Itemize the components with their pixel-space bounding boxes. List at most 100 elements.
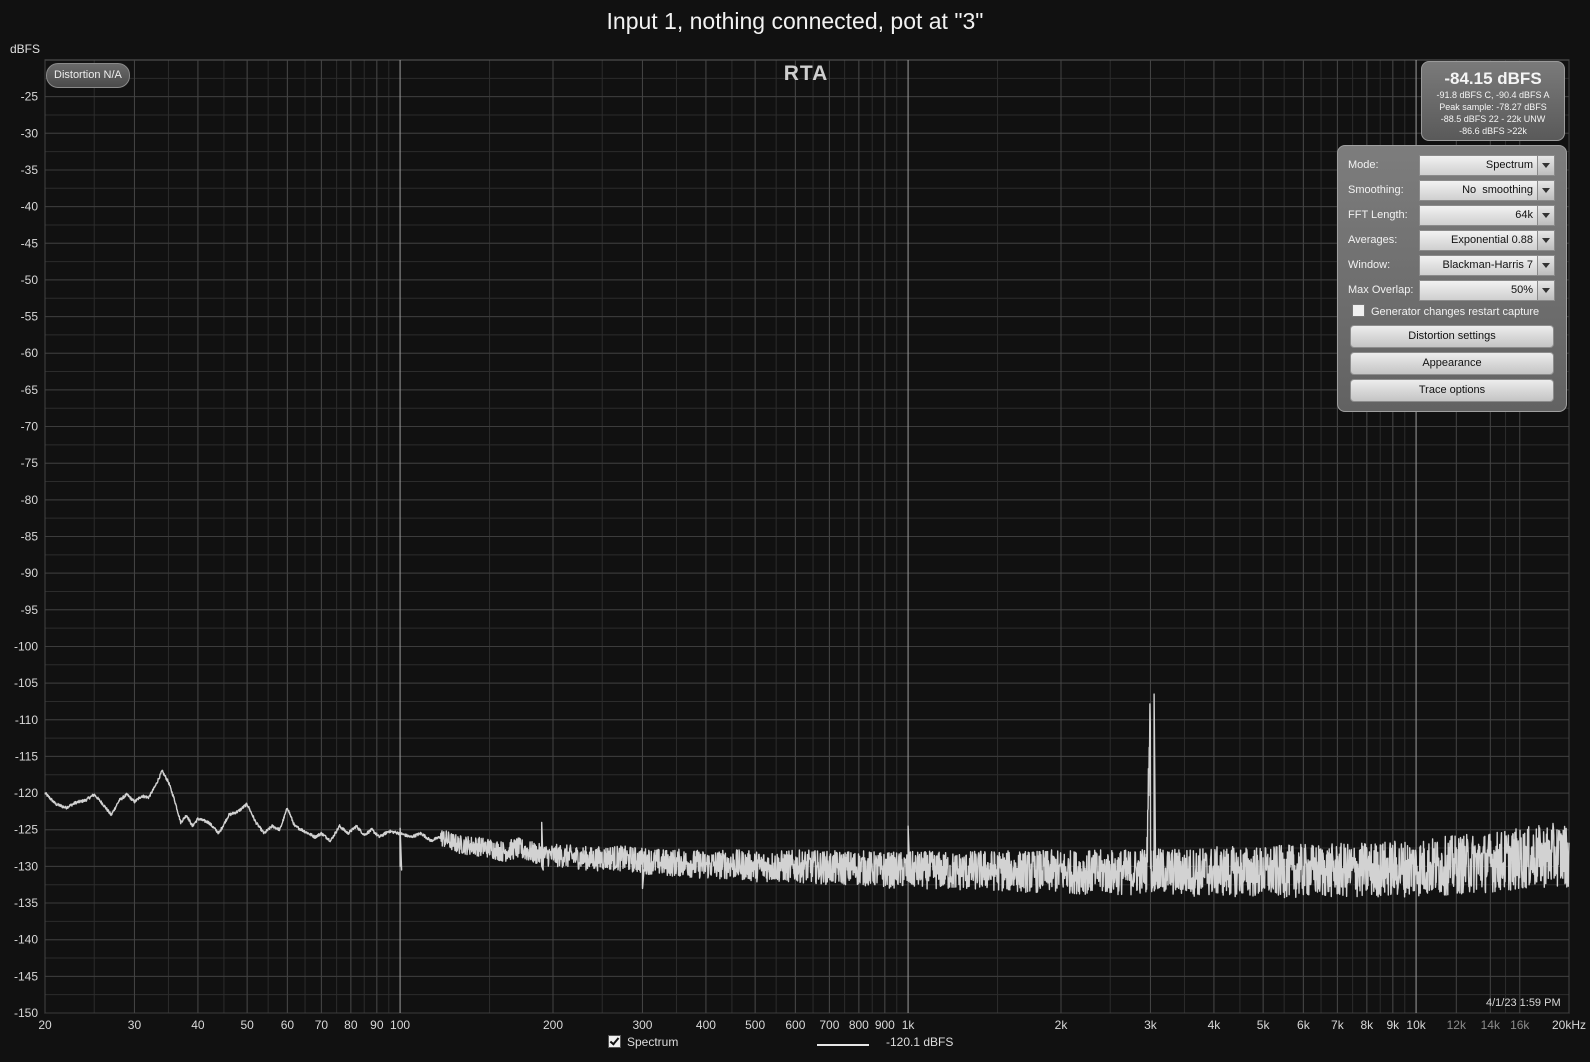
averages-row: Averages: Exponential 0.88 [1348, 230, 1560, 251]
chevron-down-icon[interactable] [1537, 256, 1554, 275]
y-tick-label: -35 [21, 163, 39, 177]
y-tick-label: -80 [21, 493, 39, 507]
y-tick-label: -30 [21, 126, 39, 140]
x-tick-label: 20 [38, 1018, 52, 1032]
y-tick-label: -60 [21, 346, 39, 360]
distortion-badge[interactable]: Distortion N/A [46, 63, 130, 88]
legend-checkbox-checked[interactable] [608, 1035, 621, 1048]
mode-label: Mode: [1348, 159, 1379, 171]
chevron-down-icon[interactable] [1537, 231, 1554, 250]
y-tick-label: -95 [21, 603, 39, 617]
y-tick-label: -150 [14, 1006, 38, 1020]
y-tick-label: -50 [21, 273, 39, 287]
x-tick-label: 80 [344, 1018, 358, 1032]
x-tick-label: 700 [819, 1018, 839, 1032]
x-tick-label: 50 [240, 1018, 254, 1032]
x-tick-label: 14k [1481, 1018, 1501, 1032]
x-tick-label: 3k [1144, 1018, 1158, 1032]
y-tick-label: -55 [21, 310, 39, 324]
smoothing-value: No smoothing [1462, 184, 1533, 196]
max-overlap-row: Max Overlap: 50% [1348, 280, 1560, 301]
x-tick-label: 5k [1257, 1018, 1271, 1032]
chevron-down-icon[interactable] [1537, 206, 1554, 225]
y-tick-label: -110 [15, 713, 38, 727]
distortion-settings-button[interactable]: Distortion settings [1350, 325, 1554, 348]
x-tick-label: 2k [1055, 1018, 1069, 1032]
y-tick-label: -140 [14, 933, 38, 947]
chevron-down-icon[interactable] [1537, 281, 1554, 300]
x-tick-label: 9k [1386, 1018, 1400, 1032]
x-tick-label: 20kHz [1552, 1018, 1586, 1032]
smoothing-label: Smoothing: [1348, 184, 1404, 196]
y-tick-label: -125 [14, 823, 38, 837]
readout-main-level: -84.15 dBFS [1444, 69, 1542, 88]
readout-peak-sample: Peak sample: -78.27 dBFS [1439, 102, 1547, 112]
y-tick-label: -135 [14, 896, 38, 910]
x-tick-label: 70 [315, 1018, 329, 1032]
readout-above-22k: -86.6 dBFS >22k [1459, 126, 1527, 136]
chevron-down-icon[interactable] [1537, 156, 1554, 175]
level-readout[interactable]: -84.15 dBFS -91.8 dBFS C, -90.4 dBFS A P… [1421, 61, 1565, 141]
x-tick-label: 800 [849, 1018, 869, 1032]
y-tick-label: -120 [14, 786, 38, 800]
smoothing-row: Smoothing: No smoothing [1348, 180, 1560, 201]
readout-weighted-levels: -91.8 dBFS C, -90.4 dBFS A [1436, 90, 1550, 100]
window-row: Window: Blackman-Harris 7 [1348, 255, 1560, 276]
x-tick-label: 500 [745, 1018, 765, 1032]
readout-unweighted: -88.5 dBFS 22 - 22k UNW [1440, 114, 1546, 124]
y-tick-label: -90 [21, 566, 39, 580]
y-tick-labels: -25 -30 -35 -40 -45 -50 -55 -60 -65 -70 -75 -80 -85 -… [14, 90, 38, 1020]
generator-restart-checkbox[interactable] [1352, 304, 1365, 317]
x-tick-label: 6k [1297, 1018, 1311, 1032]
max-overlap-label: Max Overlap: [1348, 284, 1414, 296]
max-overlap-select[interactable]: 50% [1419, 280, 1555, 301]
chevron-down-icon[interactable] [1537, 181, 1554, 200]
x-tick-label: 4k [1208, 1018, 1222, 1032]
x-tick-label: 16k [1510, 1018, 1530, 1032]
spectrum-trace-group [44, 693, 1570, 899]
x-tick-label: 7k [1331, 1018, 1345, 1032]
legend-spectrum[interactable]: Spectrum [608, 1035, 678, 1049]
y-tick-label: -25 [21, 90, 39, 104]
x-tick-label: 8k [1361, 1018, 1375, 1032]
averages-value: Exponential 0.88 [1451, 234, 1533, 246]
y-tick-label: -85 [21, 530, 39, 544]
x-tick-label: 400 [696, 1018, 716, 1032]
x-tick-label: 40 [191, 1018, 205, 1032]
legend-line-swatch [817, 1044, 869, 1046]
x-tick-label: 12k [1447, 1018, 1467, 1032]
generator-restart-option[interactable]: Generator changes restart capture [1352, 304, 1539, 318]
y-tick-label: -115 [15, 749, 38, 763]
mode-value: Spectrum [1485, 159, 1533, 171]
fft-length-label: FFT Length: [1348, 209, 1408, 221]
x-tick-label: 30 [128, 1018, 142, 1032]
x-tick-label: 900 [875, 1018, 895, 1032]
capture-timestamp: 4/1/23 1:59 PM [1486, 997, 1561, 1009]
trace-options-button[interactable]: Trace options [1350, 379, 1554, 402]
fft-length-select[interactable]: 64k [1419, 205, 1555, 226]
x-tick-label: 1k [902, 1018, 916, 1032]
x-tick-label: 300 [632, 1018, 652, 1032]
max-overlap-value: 50% [1510, 284, 1533, 296]
y-tick-label: -145 [14, 969, 38, 983]
smoothing-select[interactable]: No smoothing [1419, 180, 1555, 201]
y-tick-label: -100 [14, 639, 38, 653]
y-tick-label: -65 [21, 383, 39, 397]
y-tick-label: -105 [14, 676, 38, 690]
window-select[interactable]: Blackman-Harris 7 [1419, 255, 1555, 276]
x-tick-label: 60 [281, 1018, 295, 1032]
averages-select[interactable]: Exponential 0.88 [1419, 230, 1555, 251]
rta-label: RTA [783, 62, 829, 85]
y-tick-label: -40 [21, 200, 39, 214]
x-tick-label: 90 [370, 1018, 384, 1032]
averages-label: Averages: [1348, 234, 1398, 246]
y-tick-label: -45 [21, 236, 39, 250]
mode-select[interactable]: Spectrum [1419, 155, 1555, 176]
appearance-button[interactable]: Appearance [1350, 352, 1554, 375]
rta-window: Input 1, nothing connected, pot at "3" d… [0, 0, 1590, 1062]
window-label: Window: [1348, 259, 1391, 271]
generator-restart-label: Generator changes restart capture [1371, 306, 1540, 318]
y-tick-label: -130 [14, 859, 38, 873]
spectrum-trace-line [44, 693, 1570, 899]
x-tick-label: 10k [1406, 1018, 1426, 1032]
